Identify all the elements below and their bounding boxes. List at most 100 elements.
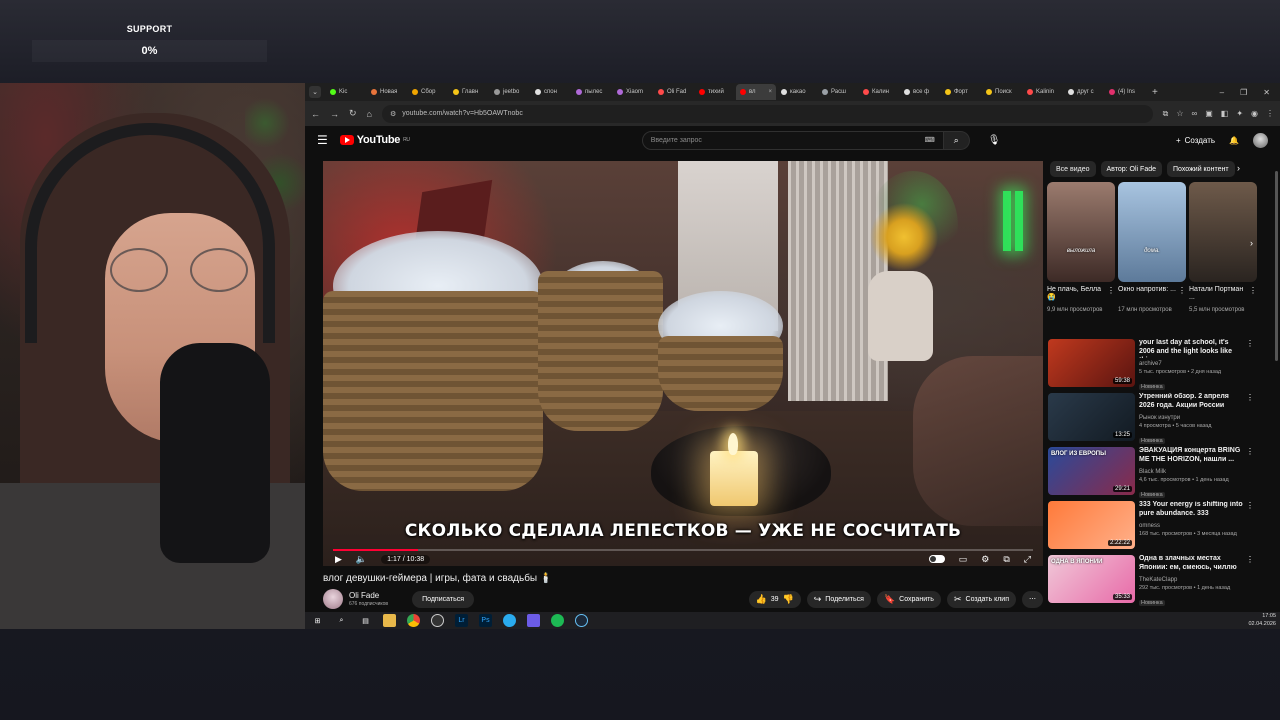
browser-tab[interactable]: пылес <box>572 84 612 100</box>
browser-tab[interactable]: Сбор <box>408 84 448 100</box>
share-button[interactable]: ↪ Поделиться <box>806 590 871 608</box>
profile-icon[interactable]: ◉ <box>1251 109 1258 119</box>
chevron-right-icon[interactable]: › <box>1237 163 1240 173</box>
video-thumbnail[interactable]: ОДНА В ЯПОНИИ 35:33 <box>1048 555 1135 603</box>
miniplayer-icon[interactable]: ⧉ <box>1003 554 1009 565</box>
search-icon[interactable]: ⌕ <box>335 614 348 627</box>
system-clock[interactable]: 17:05 02.04.2026 <box>1248 613 1280 627</box>
short-thumbnail[interactable] <box>1189 182 1257 282</box>
browser-tab[interactable]: спон <box>531 84 571 100</box>
autoplay-toggle[interactable] <box>928 555 945 563</box>
short-card[interactable]: Натали Портман ... 5,5 млн просмотров ⋮ <box>1189 182 1257 327</box>
short-card[interactable]: выложила Не плачь, Белла😭 9,9 млн просмотр… <box>1047 182 1115 327</box>
reload-icon[interactable]: ↻ <box>349 108 357 119</box>
app-icon[interactable] <box>527 614 540 627</box>
subscribe-button[interactable]: Подписаться <box>412 590 475 608</box>
video-thumbnail[interactable]: ВЛОГ ИЗ ЕВРОПЫ 29:21 <box>1048 447 1135 495</box>
lightroom-icon[interactable]: Lr <box>455 614 468 627</box>
browser-tab[interactable]: jeetbo <box>490 84 530 100</box>
extension-icon[interactable]: ▣ <box>1205 109 1213 119</box>
restore-icon[interactable]: ❐ <box>1240 88 1247 97</box>
browser-tab[interactable]: вл × <box>736 84 776 100</box>
home-icon[interactable]: ⌂ <box>367 109 372 119</box>
minimize-icon[interactable]: – <box>1220 88 1224 97</box>
recommended-video[interactable]: 2:22:22 333 Your energy is shifting into … <box>1048 501 1254 549</box>
voice-search-icon[interactable]: 🎙 <box>988 135 1001 146</box>
short-thumbnail[interactable]: дома. <box>1118 182 1186 282</box>
video-thumbnail[interactable]: 2:22:22 <box>1048 501 1135 549</box>
more-vert-icon[interactable]: ⋮ <box>1246 339 1254 348</box>
back-icon[interactable]: ← <box>311 109 320 119</box>
extension-icon[interactable]: ∞ <box>1191 109 1197 119</box>
avatar[interactable] <box>1253 132 1268 148</box>
youtube-logo[interactable]: YouTube RU <box>339 134 410 146</box>
recommended-video[interactable]: 13:25 Утренний обзор. 2 апреля 2026 года.… <box>1048 393 1254 444</box>
bell-icon[interactable]: 🔔 <box>1229 136 1239 145</box>
photoshop-icon[interactable]: Ps <box>479 614 492 627</box>
browser-tab[interactable]: (4) Ins <box>1105 84 1145 100</box>
spotify-icon[interactable] <box>551 614 564 627</box>
explorer-icon[interactable] <box>383 614 396 627</box>
channel-avatar[interactable] <box>323 589 343 609</box>
extension-icon[interactable]: ◧ <box>1221 109 1229 119</box>
chevron-right-icon[interactable]: › <box>1250 238 1253 248</box>
subtitles-icon[interactable]: ▭ <box>959 554 968 565</box>
more-vert-icon[interactable]: ⋮ <box>1246 393 1254 402</box>
video-player[interactable]: СКОЛЬКО СДЕЛАЛА ЛЕПЕСТКОВ — УЖЕ НЕ СОСЧИ… <box>323 161 1043 566</box>
video-thumbnail[interactable]: 13:25 <box>1048 393 1135 441</box>
volume-icon[interactable]: 🔈 <box>356 554 367 565</box>
browser-tab[interactable]: тихий <box>695 84 735 100</box>
browser-tab[interactable]: Главн <box>449 84 489 100</box>
recommended-video[interactable]: ОДНА В ЯПОНИИ 35:33 Одна в злачных местах … <box>1048 555 1254 606</box>
recommended-video[interactable]: ВЛОГ ИЗ ЕВРОПЫ 29:21 ЭВАКУАЦИЯ концерта BR… <box>1048 447 1254 498</box>
more-vert-icon[interactable]: ⋮ <box>1246 555 1254 564</box>
like-button[interactable]: 👍 39 👎 <box>748 590 801 608</box>
menu-icon[interactable]: ⋮ <box>1266 109 1274 119</box>
video-thumbnail[interactable]: 59:38 <box>1048 339 1135 387</box>
short-thumbnail[interactable]: выложила <box>1047 182 1115 282</box>
play-icon[interactable]: ▶ <box>335 554 342 565</box>
browser-tab[interactable]: Oli Fad <box>654 84 694 100</box>
more-vert-icon[interactable]: ⋮ <box>1246 447 1254 456</box>
fullscreen-icon[interactable]: ⤢ <box>1024 554 1031 565</box>
start-icon[interactable]: ⊞ <box>311 614 324 627</box>
keyboard-icon[interactable]: ⌨ <box>925 136 935 144</box>
more-vert-icon[interactable]: ⋮ <box>1178 286 1186 295</box>
save-button[interactable]: 🔖 Сохранить <box>876 590 941 608</box>
clip-button[interactable]: ✂ Создать клип <box>946 590 1016 608</box>
chip-all-videos[interactable]: Все видео <box>1050 161 1096 177</box>
more-vert-icon[interactable]: ⋮ <box>1249 286 1257 295</box>
more-actions-button[interactable]: ⋯ <box>1022 590 1043 608</box>
browser-tab[interactable]: друг с <box>1064 84 1104 100</box>
forward-icon[interactable]: → <box>330 109 339 119</box>
address-bar[interactable]: ⚙ youtube.com/watch?v=Hb5OAWTnobc <box>381 104 1153 123</box>
browser-tab[interactable]: все ф <box>900 84 940 100</box>
search-button[interactable]: ⌕ <box>943 130 970 150</box>
obs-icon[interactable] <box>431 614 444 627</box>
browser-tab[interactable]: Xiaom <box>613 84 653 100</box>
settings-gear-icon[interactable]: ⚙ <box>981 554 989 565</box>
task-view-icon[interactable]: ▤ <box>359 614 372 627</box>
bookmark-star-icon[interactable]: ☆ <box>1176 109 1183 119</box>
browser-tab[interactable]: Форт <box>941 84 981 100</box>
more-vert-icon[interactable]: ⋮ <box>1246 501 1254 510</box>
telegram-icon[interactable] <box>503 614 516 627</box>
close-window-icon[interactable]: ✕ <box>1263 88 1270 97</box>
close-tab-icon[interactable]: × <box>768 89 772 95</box>
extensions-puzzle-icon[interactable]: ✦ <box>1236 109 1243 119</box>
more-vert-icon[interactable]: ⋮ <box>1107 286 1115 295</box>
channel-name[interactable]: Oli Fade <box>349 591 388 600</box>
chip-similar[interactable]: Похожий контент <box>1167 161 1235 177</box>
browser-tab[interactable]: Новая <box>367 84 407 100</box>
tab-search-icon[interactable]: ⌄ <box>309 86 321 98</box>
browser-tab[interactable]: Kalinin <box>1023 84 1063 100</box>
site-info-icon[interactable]: ⚙ <box>390 110 396 118</box>
browser-tab[interactable]: Расш <box>818 84 858 100</box>
new-tab-icon[interactable]: + <box>1152 87 1158 98</box>
chrome-icon[interactable] <box>407 614 420 627</box>
browser-tab[interactable]: Поиск <box>982 84 1022 100</box>
sidebar-scrollbar[interactable] <box>1275 171 1278 361</box>
chip-by-author[interactable]: Автор: Oli Fade <box>1100 161 1163 177</box>
create-button[interactable]: + Создать <box>1176 136 1215 145</box>
video-progress-bar[interactable] <box>333 549 1033 551</box>
